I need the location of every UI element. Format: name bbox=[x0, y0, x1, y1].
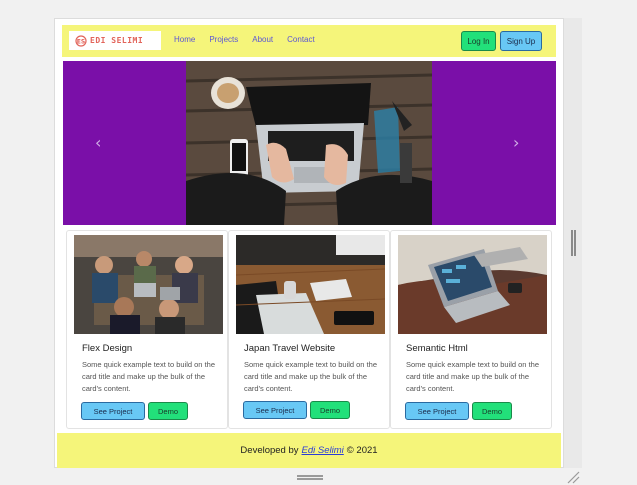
see-project-button[interactable]: See Project bbox=[243, 401, 307, 419]
vertical-resize-handle[interactable] bbox=[571, 230, 576, 256]
footer-author-link[interactable]: Edi Selimi bbox=[302, 445, 344, 456]
card-text: Some quick example text to build on the … bbox=[82, 360, 215, 393]
card-title: Japan Travel Website bbox=[244, 343, 336, 354]
project-card-flex-design: Flex Design Some quick example text to b… bbox=[66, 230, 228, 429]
login-button[interactable]: Log In bbox=[461, 31, 496, 51]
nav-about[interactable]: About bbox=[252, 35, 273, 44]
card-image-team-meeting bbox=[74, 235, 223, 334]
card-image-laptop-table bbox=[236, 235, 385, 334]
carousel-image-laptop-desk bbox=[186, 61, 432, 225]
project-cards: Flex Design Some quick example text to b… bbox=[66, 230, 554, 429]
card-title: Semantic Html bbox=[406, 343, 468, 354]
navbar: ES EDI SELIMI Home Projects About Contac… bbox=[62, 25, 556, 57]
demo-button[interactable]: Demo bbox=[310, 401, 350, 419]
demo-button[interactable]: Demo bbox=[472, 402, 512, 420]
see-project-button[interactable]: See Project bbox=[405, 402, 469, 420]
brand-logo[interactable]: ES EDI SELIMI bbox=[69, 31, 161, 50]
nav-projects[interactable]: Projects bbox=[209, 35, 238, 44]
card-image-laptop-leather bbox=[398, 235, 547, 334]
card-text: Some quick example text to build on the … bbox=[244, 360, 377, 393]
svg-text:ES: ES bbox=[77, 38, 85, 45]
demo-button[interactable]: Demo bbox=[148, 402, 188, 420]
footer-prefix: Developed by bbox=[240, 445, 299, 456]
footer: Developed by Edi Selimi © 2021 bbox=[57, 433, 561, 468]
see-project-button[interactable]: See Project bbox=[81, 402, 145, 420]
signup-button[interactable]: Sign Up bbox=[500, 31, 542, 51]
brand-emblem-icon: ES bbox=[75, 34, 87, 47]
resize-grip-icon[interactable] bbox=[566, 470, 580, 484]
nav-contact[interactable]: Contact bbox=[287, 35, 315, 44]
card-title: Flex Design bbox=[82, 343, 133, 354]
nav-home[interactable]: Home bbox=[174, 35, 195, 44]
nav-links: Home Projects About Contact bbox=[174, 35, 329, 44]
brand-name: EDI SELIMI bbox=[90, 36, 144, 45]
footer-copyright: © 2021 bbox=[346, 445, 378, 456]
carousel-next-icon[interactable]: › bbox=[513, 133, 519, 152]
project-card-japan-travel: Japan Travel Website Some quick example … bbox=[228, 230, 390, 429]
hero-carousel: ‹ › bbox=[63, 61, 556, 225]
project-card-semantic-html: Semantic Html Some quick example text to… bbox=[390, 230, 552, 429]
card-text: Some quick example text to build on the … bbox=[406, 360, 539, 393]
horizontal-resize-handle[interactable] bbox=[297, 475, 323, 480]
carousel-prev-icon[interactable]: ‹ bbox=[95, 133, 101, 152]
